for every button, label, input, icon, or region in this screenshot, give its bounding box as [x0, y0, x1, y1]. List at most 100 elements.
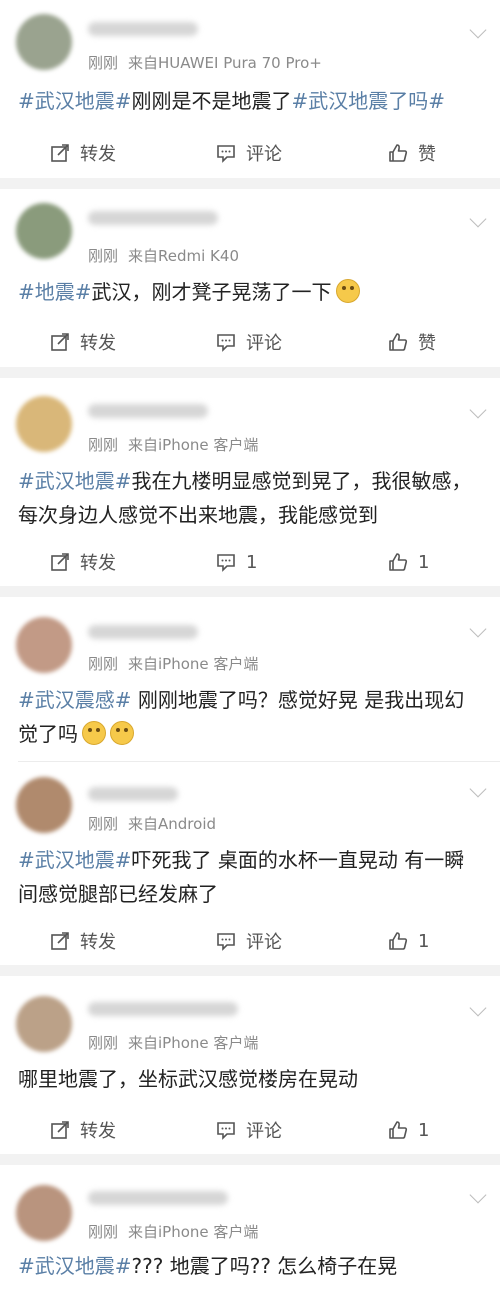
username-blurred[interactable] — [88, 1002, 238, 1016]
like-icon — [389, 932, 408, 950]
post-time: 刚刚 — [88, 815, 119, 833]
username-blurred[interactable] — [88, 625, 198, 639]
like-button[interactable]: 1 — [388, 1118, 429, 1142]
repost-button[interactable]: 转发 — [50, 1118, 116, 1142]
avatar[interactable] — [16, 14, 72, 70]
post-card[interactable]: 刚刚 来自iPhone 客户端 哪里地震了，坐标武汉感觉楼房在晃动 转发 评论 1 — [0, 976, 500, 1154]
post-source: 来自Redmi K40 — [128, 247, 239, 265]
post-text: #武汉地震#我在九楼明显感觉到晃了，我很敏感，每次身边人感觉不出来地震，我能感觉… — [18, 464, 484, 532]
repost-button[interactable]: 转发 — [50, 550, 116, 574]
post-source: 来自Android — [128, 815, 217, 833]
comment-button[interactable]: 评论 — [216, 330, 282, 354]
hashtag-link[interactable]: #武汉地震# — [18, 469, 132, 493]
like-count: 1 — [418, 930, 430, 952]
like-button[interactable]: 赞 — [388, 330, 436, 354]
action-bar: 转发 评论 1 — [0, 1118, 500, 1142]
post-text: #武汉地震#吓死我了 桌面的水杯一直晃动 有一瞬间感觉腿部已经发麻了 — [18, 843, 484, 911]
post-meta: 刚刚 来自Redmi K40 — [88, 245, 239, 266]
post-text: #武汉地震#??? 地震了吗?? 怎么椅子在晃 — [18, 1249, 484, 1283]
username-blurred[interactable] — [88, 1191, 228, 1205]
chevron-down-icon[interactable] — [469, 210, 487, 228]
like-button[interactable]: 赞 — [388, 141, 436, 165]
like-count: 1 — [418, 551, 430, 573]
username-blurred[interactable] — [88, 404, 208, 418]
post-time: 刚刚 — [88, 436, 119, 454]
chevron-down-icon[interactable] — [469, 780, 487, 798]
card-separator — [0, 586, 500, 597]
post-body: 刚刚是不是地震了 — [131, 89, 292, 113]
post-source: 来自iPhone 客户端 — [128, 1223, 259, 1241]
comment-button[interactable]: 评论 — [216, 929, 282, 953]
like-button[interactable]: 1 — [388, 550, 429, 574]
post-meta: 刚刚 来自iPhone 客户端 — [88, 653, 258, 674]
comment-button[interactable]: 评论 — [216, 141, 282, 165]
username-blurred[interactable] — [88, 787, 178, 801]
comment-icon — [217, 145, 235, 163]
avatar[interactable] — [16, 396, 72, 452]
repost-button[interactable]: 转发 — [50, 330, 116, 354]
like-label: 赞 — [418, 144, 436, 165]
hashtag-link[interactable]: #武汉地震# — [18, 1254, 132, 1278]
post-text: #武汉地震#刚刚是不是地震了#武汉地震了吗# — [18, 84, 484, 118]
action-bar: 转发 评论 赞 — [0, 330, 500, 354]
post-card[interactable]: 刚刚 来自iPhone 客户端 #武汉地震#我在九楼明显感觉到晃了，我很敏感，每次… — [0, 378, 500, 586]
repost-label: 转发 — [80, 144, 116, 165]
post-source: 来自iPhone 客户端 — [128, 655, 259, 673]
action-bar: 转发 评论 1 — [0, 929, 500, 953]
post-source: 来自iPhone 客户端 — [128, 436, 259, 454]
username-blurred[interactable] — [88, 22, 198, 36]
post-divider — [18, 761, 500, 762]
post-meta: 刚刚 来自iPhone 客户端 — [88, 1032, 258, 1053]
like-icon — [389, 1121, 408, 1139]
comment-button[interactable]: 评论 — [216, 1118, 282, 1142]
post-time: 刚刚 — [88, 1223, 119, 1241]
comment-count: 1 — [246, 551, 258, 573]
post-card[interactable]: 刚刚 来自HUAWEI Pura 70 Pro+ #武汉地震#刚刚是不是地震了#武… — [0, 0, 500, 178]
hashtag-link[interactable]: #武汉地震# — [18, 848, 132, 872]
card-separator — [0, 965, 500, 976]
avatar[interactable] — [16, 203, 72, 259]
comment-icon — [217, 334, 235, 352]
avatar[interactable] — [16, 617, 72, 673]
comment-button[interactable]: 1 — [216, 550, 257, 574]
repost-icon — [51, 1121, 69, 1139]
like-icon — [389, 333, 408, 351]
chevron-down-icon[interactable] — [469, 620, 487, 638]
repost-button[interactable]: 转发 — [50, 929, 116, 953]
repost-label: 转发 — [80, 553, 116, 574]
post-time: 刚刚 — [88, 54, 119, 72]
post-meta: 刚刚 来自iPhone 客户端 — [88, 434, 258, 455]
comment-icon — [217, 933, 235, 951]
action-bar: 转发 1 1 — [0, 550, 500, 574]
avatar[interactable] — [16, 777, 72, 833]
chevron-down-icon[interactable] — [469, 21, 487, 39]
chevron-down-icon[interactable] — [469, 401, 487, 419]
comment-label: 评论 — [246, 1121, 282, 1142]
comment-icon — [217, 1122, 235, 1140]
post-time: 刚刚 — [88, 1034, 119, 1052]
repost-button[interactable]: 转发 — [50, 141, 116, 165]
post-card[interactable]: 刚刚 来自iPhone 客户端 #武汉地震#??? 地震了吗?? 怎么椅子在晃 — [0, 1165, 500, 1294]
post-meta: 刚刚 来自Android — [88, 813, 216, 834]
hashtag-link[interactable]: #武汉地震了吗# — [292, 89, 446, 113]
hashtag-link[interactable]: #武汉地震# — [18, 89, 132, 113]
post-meta: 刚刚 来自iPhone 客户端 — [88, 1221, 258, 1242]
card-separator — [0, 1154, 500, 1165]
post-text: #地震#武汉，刚才凳子晃荡了一下 — [18, 275, 484, 309]
avatar[interactable] — [16, 1185, 72, 1241]
chevron-down-icon[interactable] — [469, 1186, 487, 1204]
post-source: 来自iPhone 客户端 — [128, 1034, 259, 1052]
post-meta: 刚刚 来自HUAWEI Pura 70 Pro+ — [88, 52, 322, 73]
hashtag-link[interactable]: #地震# — [18, 280, 92, 304]
post-body: ??? 地震了吗?? 怎么椅子在晃 — [131, 1254, 398, 1278]
avatar[interactable] — [16, 996, 72, 1052]
post-card[interactable]: 刚刚 来自Redmi K40 #地震#武汉，刚才凳子晃荡了一下 转发 评论 赞 — [0, 189, 500, 367]
like-button[interactable]: 1 — [388, 929, 429, 953]
like-label: 赞 — [418, 333, 436, 354]
chevron-down-icon[interactable] — [469, 999, 487, 1017]
post-card[interactable]: 刚刚 来自iPhone 客户端 #武汉震感# 刚刚地震了吗？感觉好晃 是我出现幻觉… — [0, 597, 500, 965]
repost-icon — [51, 333, 69, 351]
hashtag-link[interactable]: #武汉震感# — [18, 688, 132, 712]
card-separator — [0, 178, 500, 189]
username-blurred[interactable] — [88, 211, 218, 225]
